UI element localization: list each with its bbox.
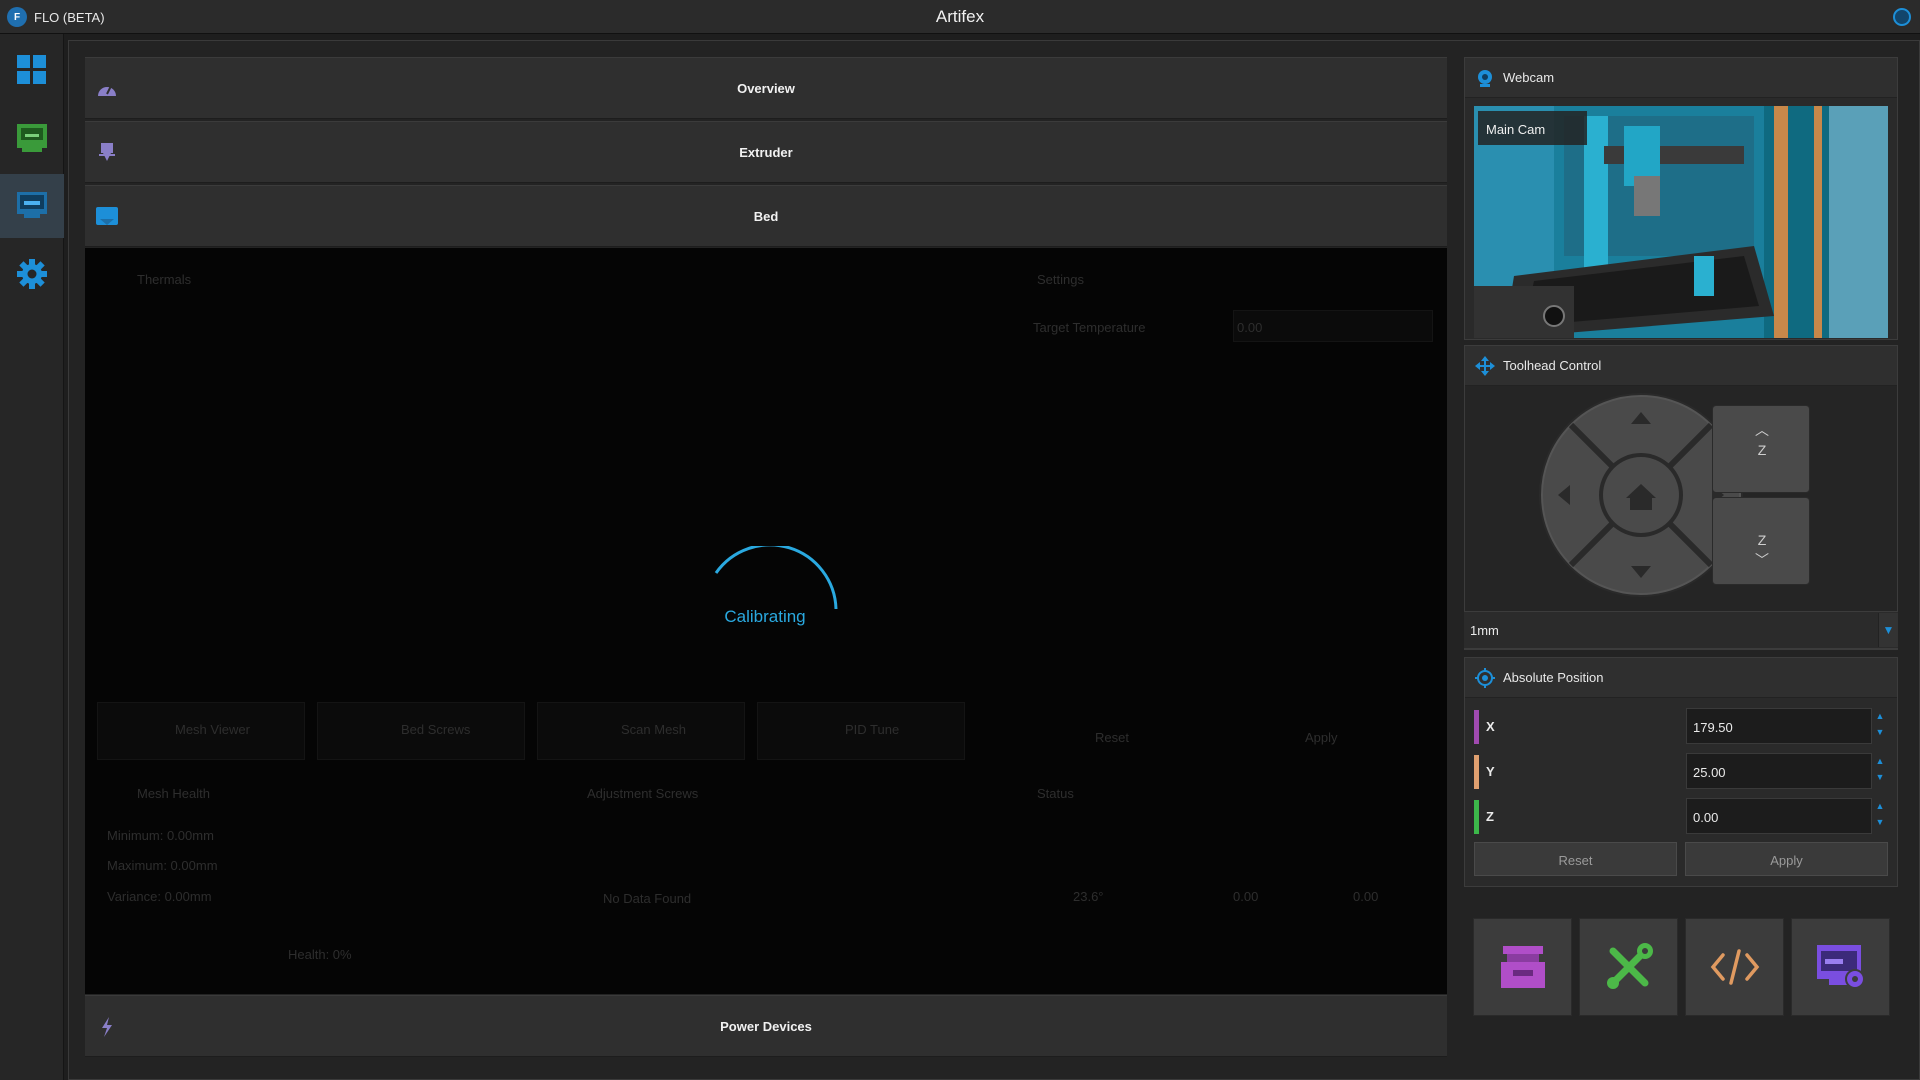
sidebar-item-dashboard[interactable] bbox=[0, 38, 64, 102]
bed-screws-label: Bed Screws bbox=[401, 722, 471, 737]
scan-mesh-label: Scan Mesh bbox=[621, 722, 687, 737]
calibrating-text: Calibrating bbox=[724, 607, 806, 626]
code-icon bbox=[1710, 949, 1759, 985]
gauge-3-value: 0.00 bbox=[1353, 889, 1379, 904]
toolhead-title: Toolhead Control bbox=[1503, 358, 1602, 373]
absolute-position-header: Absolute Position bbox=[1465, 658, 1897, 698]
mesh-variance: Variance: 0.00mm bbox=[107, 889, 212, 904]
file-manager-button[interactable] bbox=[1473, 918, 1572, 1016]
accordion-extruder[interactable]: Extruder bbox=[85, 121, 1447, 183]
accordion-overview-title: Overview bbox=[737, 80, 795, 96]
z-down-label: Z bbox=[1757, 532, 1767, 548]
monitor-gear-icon bbox=[1816, 945, 1865, 989]
z-spin-buttons[interactable]: ▲ ▼ bbox=[1872, 798, 1888, 834]
settings-reset-label: Reset bbox=[1095, 730, 1129, 745]
chevron-down-icon: ﹀ bbox=[1755, 552, 1769, 568]
gauge-2-value: 0.00 bbox=[1233, 889, 1259, 904]
monitor-icon bbox=[17, 192, 47, 218]
gauge-main-value: 23.6° bbox=[1073, 889, 1104, 904]
sidebar bbox=[0, 34, 64, 1080]
title-bar: F FLO (BETA) Artifex bbox=[0, 0, 1920, 34]
archive-drawer-icon bbox=[1500, 946, 1545, 988]
step-size-value: 1mm bbox=[1470, 623, 1499, 638]
settings-apply-label: Apply bbox=[1305, 730, 1338, 745]
axis-row-x: X 179.50 ▲ ▼ bbox=[1474, 708, 1888, 746]
mesh-maximum: Maximum: 0.00mm bbox=[107, 858, 218, 873]
axis-label-z: Z bbox=[1486, 809, 1494, 824]
accordion-extruder-title: Extruder bbox=[739, 144, 793, 160]
camera-name-label: Main Cam bbox=[1478, 111, 1587, 145]
sidebar-item-printer[interactable] bbox=[0, 106, 64, 170]
axis-row-z: Z 0.00 ▲ ▼ bbox=[1474, 798, 1888, 836]
accordion-bed[interactable]: Bed bbox=[85, 185, 1447, 247]
accordion-power-devices-title: Power Devices bbox=[720, 1018, 812, 1034]
pid-tune-label: PID Tune bbox=[845, 722, 900, 737]
absolute-position-title: Absolute Position bbox=[1503, 670, 1604, 685]
z-up-button[interactable]: ︿ Z bbox=[1712, 405, 1810, 493]
no-data-text: No Data Found bbox=[603, 891, 692, 906]
webcam-header: Webcam bbox=[1465, 58, 1897, 98]
axis-color-bar bbox=[1474, 800, 1479, 834]
toolhead-header: Toolhead Control bbox=[1465, 346, 1897, 386]
status-title: Status bbox=[1037, 786, 1074, 801]
connection-status-icon[interactable] bbox=[1893, 8, 1911, 26]
target-temperature-label: Target Temperature bbox=[1033, 320, 1146, 335]
thermals-title: Thermals bbox=[137, 272, 192, 287]
mesh-health-value: Health: 0% bbox=[288, 947, 352, 962]
webcam-panel: Webcam Main Cam bbox=[1464, 57, 1898, 340]
axis-label-x: X bbox=[1486, 719, 1495, 734]
z-down-button[interactable]: Z ﹀ bbox=[1712, 497, 1810, 585]
accordion-bed-title: Bed bbox=[753, 208, 779, 224]
settings-title: Settings bbox=[1037, 272, 1084, 287]
z-up-label: Z bbox=[1757, 442, 1767, 458]
webcam-icon bbox=[1478, 70, 1492, 87]
mesh-health-title: Mesh Health bbox=[137, 786, 210, 801]
target-temperature-value: 0.00 bbox=[1237, 320, 1263, 335]
mesh-minimum: Minimum: 0.00mm bbox=[107, 828, 214, 843]
chevron-down-icon[interactable]: ▼ bbox=[1878, 613, 1898, 647]
accordion-overview[interactable]: Overview bbox=[85, 57, 1447, 119]
accordion-power-devices[interactable]: Power Devices bbox=[85, 995, 1447, 1057]
sidebar-item-control[interactable] bbox=[0, 174, 64, 238]
chevron-up-icon: ︿ bbox=[1755, 422, 1769, 438]
gear-icon bbox=[17, 259, 47, 289]
axis-row-y: Y 25.00 ▲ ▼ bbox=[1474, 753, 1888, 791]
z-position-input[interactable]: 0.00 bbox=[1686, 798, 1872, 834]
crosshair-icon bbox=[1475, 668, 1495, 688]
x-spin-buttons[interactable]: ▲ ▼ bbox=[1872, 708, 1888, 744]
grid-icon bbox=[17, 55, 46, 84]
console-button[interactable] bbox=[1685, 918, 1784, 1016]
y-spin-buttons[interactable]: ▲ ▼ bbox=[1872, 753, 1888, 789]
window-title: Artifex bbox=[935, 7, 985, 26]
target-temperature-input[interactable] bbox=[1233, 310, 1433, 342]
x-position-input[interactable]: 179.50 bbox=[1686, 708, 1872, 744]
mesh-viewer-label: Mesh Viewer bbox=[175, 722, 250, 737]
adjustment-screws-title: Adjustment Screws bbox=[587, 786, 699, 801]
printer-screen-icon bbox=[17, 124, 47, 152]
axis-color-bar bbox=[1474, 710, 1479, 744]
axis-color-bar bbox=[1474, 755, 1479, 789]
tools-button[interactable] bbox=[1579, 918, 1678, 1016]
move-arrows-icon bbox=[1475, 356, 1495, 376]
step-size-select[interactable] bbox=[1464, 611, 1898, 649]
wrench-screwdriver-icon bbox=[1606, 943, 1653, 989]
webcam-title: Webcam bbox=[1503, 70, 1555, 85]
printer-settings-button[interactable] bbox=[1791, 918, 1890, 1016]
sidebar-item-settings[interactable] bbox=[0, 242, 64, 306]
reset-button[interactable]: Reset bbox=[1474, 842, 1677, 876]
y-position-input[interactable]: 25.00 bbox=[1686, 753, 1872, 789]
axis-label-y: Y bbox=[1486, 764, 1495, 779]
apply-button[interactable]: Apply bbox=[1685, 842, 1888, 876]
